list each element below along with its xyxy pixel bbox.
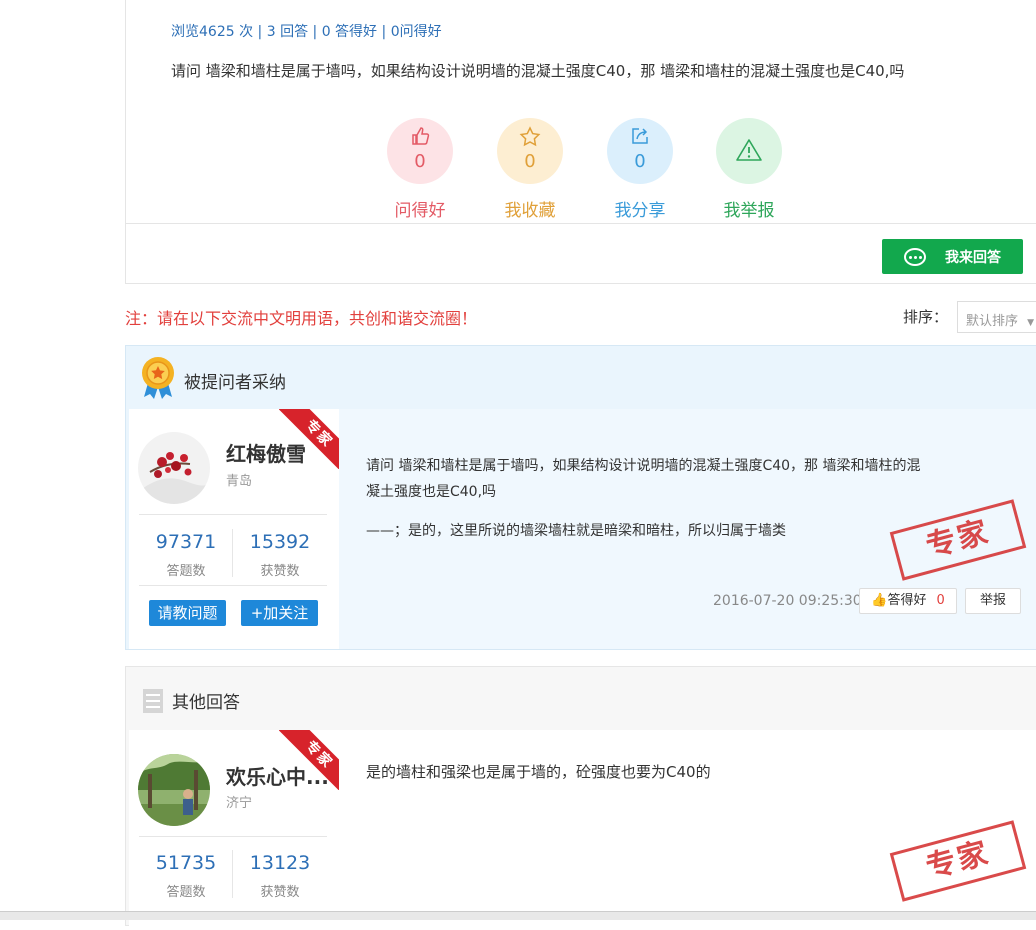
good-answer-button[interactable]: 👍答得好 0 bbox=[859, 588, 957, 614]
like-question-button[interactable]: 0 问得好 bbox=[380, 118, 460, 221]
thumbs-up-icon bbox=[387, 126, 453, 148]
answer-button-label: 我来回答 bbox=[945, 249, 1001, 266]
warning-icon bbox=[716, 138, 782, 161]
answer-quote-line2: 凝土强度也是C40,吗 bbox=[366, 484, 497, 500]
share-count: 0 bbox=[634, 151, 646, 172]
favorite-count: 0 bbox=[524, 151, 536, 172]
likes-label: 获赞数 bbox=[260, 885, 300, 900]
answers-count: 3 回答 bbox=[266, 24, 309, 40]
answer-quote-line1: 请问 墙梁和墙柱是属于墙吗，如果结构设计说明墙的混凝土强度C40，那 墙梁和墙柱… bbox=[366, 458, 921, 474]
favorite-label: 我收藏 bbox=[504, 201, 556, 221]
expert-stamp: 专家 bbox=[889, 499, 1027, 581]
likes-count: 13123 bbox=[249, 852, 311, 874]
user-panel: 欢乐心中... 济宁 专家 51735 答题数 13123 获赞数 bbox=[129, 730, 339, 930]
avatar[interactable] bbox=[138, 754, 210, 826]
views-count: 浏览4625 次 bbox=[171, 24, 254, 40]
divider bbox=[139, 585, 327, 586]
civility-notice: 注：请在以下交流中文明用语，共创和谐交流圈！ bbox=[125, 309, 478, 328]
favorite-button[interactable]: 0 我收藏 bbox=[490, 118, 570, 221]
question-stats: 浏览4625 次 | 3 回答 | 0 答得好 | 0问得好 bbox=[171, 24, 442, 40]
ask-question-button[interactable]: 请教问题 bbox=[149, 600, 226, 626]
share-icon bbox=[607, 126, 673, 148]
answers-count: 97371 bbox=[155, 531, 217, 553]
asked-good-count: 0问得好 bbox=[390, 24, 442, 40]
other-answers-section: 其他回答 欢乐心中... 济宁 专家 51735 答题数 13123 获赞数 是… bbox=[125, 666, 1036, 930]
answer-area: 请问 墙梁和墙柱是属于墙吗，如果结构设计说明墙的混凝土强度C40，那 墙梁和墙柱… bbox=[339, 409, 1036, 649]
answer-date: 2016-07-20 09:25:30 bbox=[713, 593, 862, 609]
user-location: 青岛 bbox=[226, 474, 253, 489]
sort-select[interactable]: 默认排序 ▼ bbox=[957, 301, 1036, 333]
likes-count: 15392 bbox=[249, 531, 311, 553]
follow-button[interactable]: +加关注 bbox=[241, 600, 318, 626]
answer-reply: ——；是的，这里所说的墙梁墙柱就是暗梁和暗柱，所以归属于墙类 bbox=[366, 523, 786, 539]
accepted-answer-section: 被提问者采纳 红梅傲雪 青岛 专家 97371 答题数 15392 获赞数 请教… bbox=[125, 345, 1036, 650]
expert-ribbon: 专家 bbox=[279, 730, 339, 790]
expert-ribbon: 专家 bbox=[279, 409, 339, 469]
good-count: 0 答得好 bbox=[321, 24, 378, 40]
avatar[interactable] bbox=[138, 432, 210, 504]
answers-label: 答题数 bbox=[166, 885, 206, 900]
answer-text: 是的墙柱和强梁也是属于墙的，砼强度也要为C40的 bbox=[366, 763, 711, 781]
answers-count: 51735 bbox=[155, 852, 217, 874]
good-answer-count: 0 bbox=[936, 593, 945, 608]
question-text: 请问 墙梁和墙柱是属于墙吗，如果结构设计说明墙的混凝土强度C40，那 墙梁和墙柱… bbox=[171, 62, 905, 80]
report-question-button[interactable]: 我举报 bbox=[709, 118, 789, 221]
answer-area: 是的墙柱和强梁也是属于墙的，砼强度也要为C40的 专家 bbox=[339, 730, 1036, 930]
like-label: 问得好 bbox=[394, 201, 446, 221]
other-answers-header: 其他回答 bbox=[172, 693, 240, 713]
user-panel: 红梅傲雪 青岛 专家 97371 答题数 15392 获赞数 请教问题 +加关注 bbox=[129, 409, 339, 649]
chat-bubble-icon bbox=[904, 247, 926, 266]
divider bbox=[139, 514, 327, 515]
thumbs-up-icon: 👍 bbox=[871, 593, 888, 608]
likes-label: 获赞数 bbox=[260, 564, 300, 579]
accepted-header: 被提问者采纳 bbox=[184, 373, 286, 393]
answers-label: 答题数 bbox=[166, 564, 206, 579]
medal-icon bbox=[140, 355, 176, 405]
divider bbox=[125, 223, 1036, 224]
user-location: 济宁 bbox=[226, 796, 253, 811]
list-icon bbox=[143, 689, 163, 717]
sort-label: 排序： bbox=[903, 308, 949, 326]
answer-question-button[interactable]: 我来回答 bbox=[882, 239, 1023, 274]
report-button[interactable]: 举报 bbox=[965, 588, 1021, 614]
star-icon bbox=[497, 126, 563, 148]
chevron-down-icon: ▼ bbox=[1027, 318, 1035, 328]
like-count: 0 bbox=[414, 151, 426, 172]
report-label: 我举报 bbox=[723, 201, 775, 221]
expert-stamp: 专家 bbox=[889, 820, 1027, 902]
share-button[interactable]: 0 我分享 bbox=[600, 118, 680, 221]
divider bbox=[139, 836, 327, 837]
share-label: 我分享 bbox=[614, 201, 666, 221]
